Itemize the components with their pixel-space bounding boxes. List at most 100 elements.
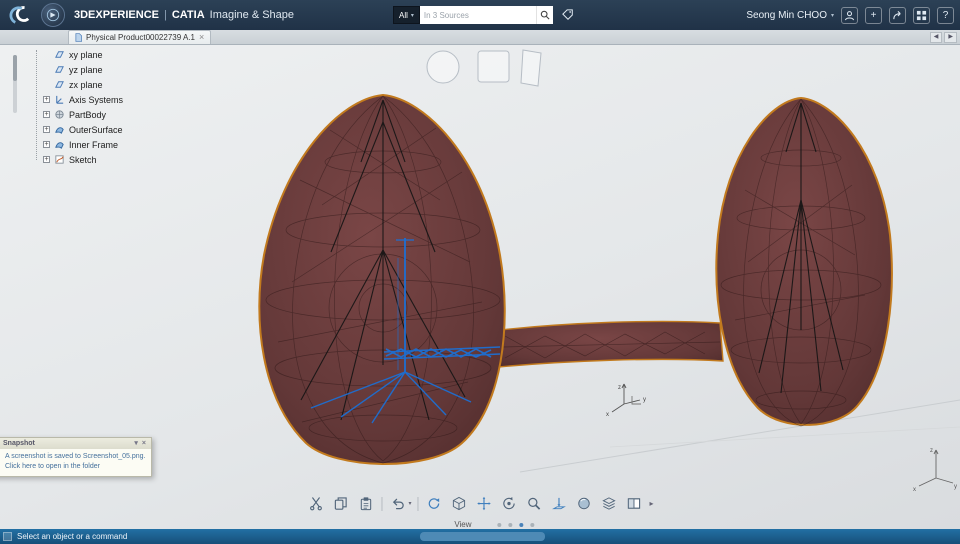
plane-icon xyxy=(54,49,65,60)
apps-grid-icon[interactable] xyxy=(913,6,930,24)
brand-name: 3DEXPERIENCE xyxy=(74,9,159,21)
plane-icon xyxy=(54,79,65,90)
tab-bar: Physical Product00022739 A.1 × ◀ ▶ xyxy=(0,30,960,45)
tree-item-axis-systems[interactable]: + Axis Systems xyxy=(33,92,123,107)
tab-scroll-arrows: ◀ ▶ xyxy=(929,32,957,44)
expand-toggle[interactable]: + xyxy=(43,96,50,103)
more-tools-icon[interactable]: ▸ xyxy=(650,499,654,508)
part-body-icon xyxy=(54,109,65,120)
primitive-widgets[interactable] xyxy=(426,49,542,87)
multi-view-icon[interactable] xyxy=(600,494,619,513)
connector-bar[interactable] xyxy=(497,320,724,368)
tag-icon[interactable] xyxy=(562,9,574,21)
tree-item-outersurface[interactable]: + OuterSurface xyxy=(33,122,123,137)
tree-item-label: xy plane xyxy=(69,49,103,60)
status-icon[interactable] xyxy=(3,532,12,541)
normal-to-icon[interactable] xyxy=(550,494,569,513)
3ds-logo[interactable] xyxy=(6,3,32,27)
tree-item-inner-frame[interactable]: + Inner Frame xyxy=(33,137,123,152)
product-name: CATIA xyxy=(171,9,205,21)
split-view-icon[interactable] xyxy=(625,494,644,513)
tree-item-label: yz plane xyxy=(69,64,103,75)
snapshot-notification[interactable]: Snapshot ▾ × A screenshot is saved to Sc… xyxy=(0,437,152,478)
tree-item-partbody[interactable]: + PartBody xyxy=(33,107,123,122)
pager-dot[interactable] xyxy=(508,522,513,527)
sphere-widget[interactable] xyxy=(426,50,460,84)
brand-divider: | xyxy=(163,9,167,21)
model-tree: xy plane yz plane zx plane + Axis System… xyxy=(33,47,123,167)
undo-icon[interactable] xyxy=(388,494,407,513)
toolbar-separator xyxy=(381,496,383,511)
sketch-icon xyxy=(54,154,65,165)
tree-item-xy-plane[interactable]: xy plane xyxy=(33,47,123,62)
help-icon[interactable]: ? xyxy=(937,6,954,24)
pager-dots xyxy=(497,522,535,527)
isometric-view-icon[interactable] xyxy=(450,494,469,513)
view-compass[interactable]: z x y xyxy=(913,448,957,493)
rotate-icon[interactable] xyxy=(500,494,519,513)
tree-item-zx-plane[interactable]: zx plane xyxy=(33,77,123,92)
share-icon[interactable] xyxy=(889,6,906,24)
surface-icon xyxy=(54,139,65,150)
notification-message[interactable]: A screenshot is saved to Screenshot_05.p… xyxy=(0,449,151,476)
search-icon[interactable] xyxy=(535,6,553,24)
compass-z-label: z xyxy=(930,448,933,454)
expand-toggle[interactable]: + xyxy=(43,141,50,148)
tree-item-label: Inner Frame xyxy=(69,139,119,150)
ground-lines xyxy=(519,399,960,473)
expand-toggle[interactable]: + xyxy=(43,156,50,163)
chevron-down-icon: ▾ xyxy=(830,12,834,19)
add-icon[interactable]: + xyxy=(865,6,882,24)
pan-icon[interactable] xyxy=(475,494,494,513)
tree-item-label: PartBody xyxy=(69,109,107,120)
status-bar: Select an object or a command xyxy=(0,529,960,544)
tree-scrollbar[interactable] xyxy=(13,55,17,113)
cut-icon[interactable] xyxy=(306,494,325,513)
scroll-left-icon[interactable]: ◀ xyxy=(929,32,943,44)
tab-title: Physical Product00022739 A.1 xyxy=(86,33,195,42)
tree-item-label: zx plane xyxy=(69,79,103,90)
view-section-label: View xyxy=(454,520,472,529)
axis-x-label: x xyxy=(606,412,609,418)
compass-icon xyxy=(46,8,60,22)
paste-icon[interactable] xyxy=(356,494,375,513)
pager-dot[interactable] xyxy=(530,522,535,527)
profile-icon[interactable] xyxy=(841,6,858,24)
tree-item-sketch[interactable]: + Sketch xyxy=(33,152,123,167)
expand-toggle[interactable]: + xyxy=(43,126,50,133)
tree-item-yz-plane[interactable]: yz plane xyxy=(33,62,123,77)
app-title: 3DEXPERIENCE | CATIA Imagine & Shape xyxy=(74,9,294,21)
copy-icon[interactable] xyxy=(331,494,350,513)
axis-z-label: z xyxy=(618,385,621,391)
document-icon xyxy=(75,33,82,42)
toolbar-separator xyxy=(417,496,419,511)
user-name[interactable]: Seong Min CHOO xyxy=(746,10,827,21)
tree-item-label: OuterSurface xyxy=(69,124,123,135)
document-tab[interactable]: Physical Product00022739 A.1 × xyxy=(68,30,212,44)
status-message: Select an object or a command xyxy=(17,532,128,541)
compass-x-label: x xyxy=(913,487,916,493)
user-area: Seong Min CHOO ▾ + ? xyxy=(746,0,954,30)
close-icon[interactable]: × xyxy=(140,440,148,447)
horizontal-scrollbar-thumb[interactable] xyxy=(420,532,545,541)
3d-compass-button[interactable] xyxy=(41,3,65,27)
update-icon[interactable] xyxy=(425,494,444,513)
cube-widget[interactable] xyxy=(477,50,510,83)
plane-widget[interactable] xyxy=(520,49,542,87)
zoom-icon[interactable] xyxy=(525,494,544,513)
plane-icon xyxy=(54,64,65,75)
shaded-view-icon[interactable] xyxy=(575,494,594,513)
pager-dot[interactable] xyxy=(497,522,502,527)
search-input[interactable] xyxy=(419,6,536,24)
pager-dot-active[interactable] xyxy=(519,522,524,527)
scroll-right-icon[interactable]: ▶ xyxy=(944,32,957,44)
search-scope-dropdown[interactable]: All ▾ xyxy=(393,6,420,24)
expand-toggle[interactable]: + xyxy=(43,111,50,118)
search-scope-label: All xyxy=(399,10,408,20)
collapse-icon[interactable]: ▾ xyxy=(132,440,140,447)
compass-y-label: y xyxy=(954,484,957,490)
chevron-down-icon[interactable]: ▾ xyxy=(408,500,411,507)
close-tab-icon[interactable]: × xyxy=(199,33,204,42)
right-egg-surface[interactable] xyxy=(715,96,893,427)
chevron-down-icon: ▾ xyxy=(410,12,414,19)
